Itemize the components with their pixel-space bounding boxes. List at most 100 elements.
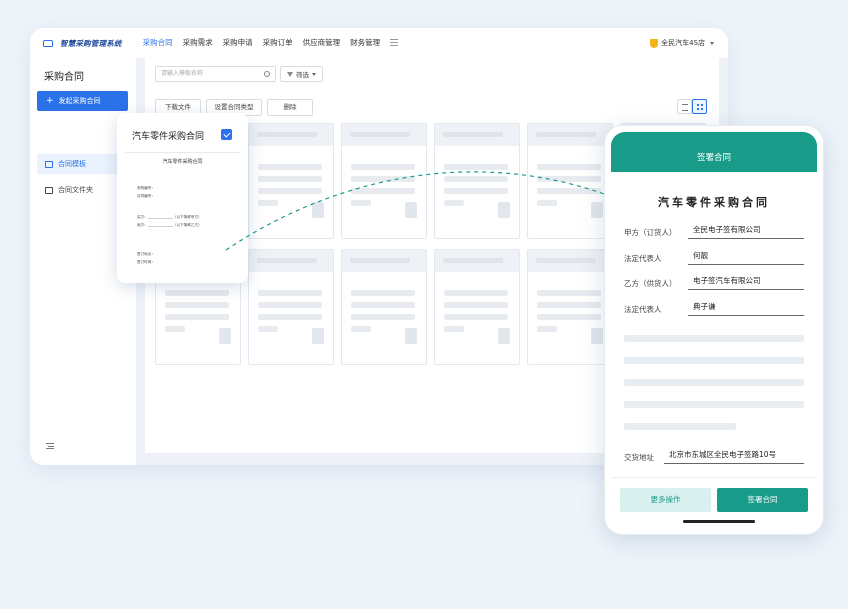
party-b-field[interactable]: 电子签汽车有限公司 xyxy=(688,275,804,290)
car-logo-icon xyxy=(43,39,53,47)
card-header xyxy=(435,124,519,146)
party-b-label: 乙方（供货人） xyxy=(624,279,677,288)
new-contract-button[interactable]: + 发起采购合同 xyxy=(37,91,128,111)
checkbox-checked-icon[interactable] xyxy=(221,129,232,140)
chevron-down-icon xyxy=(312,72,316,76)
party-a-field[interactable]: 全民电子签有限公司 xyxy=(688,224,804,239)
contract-title: 汽车零件采购合同 xyxy=(658,196,770,209)
filter-icon xyxy=(287,71,293,77)
verified-shield-icon xyxy=(650,38,659,48)
card-line xyxy=(258,314,322,320)
placeholder-line xyxy=(624,401,804,408)
search-placeholder: 请输入模板名称 xyxy=(161,70,204,77)
card-line xyxy=(537,188,601,194)
party-a-label: 甲方（订货人） xyxy=(624,228,677,237)
card-line xyxy=(351,314,415,320)
card-line xyxy=(258,176,322,182)
card-header xyxy=(528,124,612,146)
sidebar-item-folders[interactable]: 合同文件夹 xyxy=(37,180,128,200)
nav-item-application[interactable]: 采购申请 xyxy=(223,28,253,58)
legal-rep-b-field[interactable]: 典子谦 xyxy=(688,301,804,316)
selected-template-card[interactable]: 汽车零件采购合同 汽车零件采购合同 采购编号： 合同编号： 买方：_______… xyxy=(117,113,248,283)
template-card-title: 汽车零件采购合同 xyxy=(132,132,205,142)
delete-button[interactable]: 删除 xyxy=(267,99,313,116)
card-line xyxy=(444,164,508,170)
sidebar-item-label: 合同模板 xyxy=(58,160,86,168)
list-view-icon[interactable] xyxy=(677,99,692,114)
nav-item-contract[interactable]: 采购合同 xyxy=(143,28,173,58)
placeholder-line xyxy=(624,357,804,364)
card-line xyxy=(537,164,601,170)
card-line xyxy=(258,302,322,308)
doc-line: 买方：______________（以下简称甲方） xyxy=(137,215,202,219)
template-card[interactable] xyxy=(527,249,613,365)
card-line xyxy=(537,302,601,308)
card-thumb xyxy=(591,328,603,344)
search-icon[interactable] xyxy=(264,71,270,77)
template-card[interactable] xyxy=(341,249,427,365)
nav-item-finance[interactable]: 财务管理 xyxy=(350,28,380,58)
card-line xyxy=(258,290,322,296)
card-line xyxy=(537,290,601,296)
folder-icon xyxy=(45,186,53,194)
nav-item-order[interactable]: 采购订单 xyxy=(263,28,293,58)
card-thumb xyxy=(312,202,324,218)
card-line xyxy=(537,200,557,206)
new-contract-label: 发起采购合同 xyxy=(58,97,101,105)
doc-title: 汽车零件采购合同 xyxy=(162,159,203,165)
filter-dropdown[interactable]: 筛选 xyxy=(280,66,323,82)
grid-view-icon[interactable] xyxy=(692,99,707,114)
card-line xyxy=(537,314,601,320)
legal-rep-a-label: 法定代表人 xyxy=(624,254,662,263)
card-header xyxy=(528,250,612,272)
card-line xyxy=(444,326,464,332)
template-card[interactable] xyxy=(248,123,334,239)
collapse-sidebar-icon[interactable] xyxy=(46,443,54,449)
card-line xyxy=(351,290,415,296)
card-line xyxy=(444,302,508,308)
card-line xyxy=(165,326,185,332)
card-line xyxy=(258,326,278,332)
card-line xyxy=(444,176,508,182)
sidebar-item-label: 合同文件夹 xyxy=(58,186,93,194)
store-name: 全民汽车4S店 xyxy=(661,39,705,47)
card-thumb xyxy=(312,328,324,344)
home-indicator xyxy=(683,520,755,523)
card-line xyxy=(537,176,601,182)
top-navigation-bar: 智慧采购管理系统 采购合同 采购需求 采购申请 采购订单 供应商管理 财务管理 … xyxy=(30,28,728,58)
card-line xyxy=(351,164,415,170)
template-card[interactable] xyxy=(527,123,613,239)
card-line xyxy=(351,200,371,206)
card-thumb xyxy=(591,202,603,218)
card-line xyxy=(351,176,415,182)
template-card[interactable] xyxy=(248,249,334,365)
more-actions-button[interactable]: 更多操作 xyxy=(620,488,711,512)
sidebar-title: 采购合同 xyxy=(44,72,84,83)
template-icon xyxy=(45,160,53,168)
filter-label: 筛选 xyxy=(296,71,309,79)
address-label: 交货地址 xyxy=(624,453,654,462)
card-thumb xyxy=(405,202,417,218)
card-header xyxy=(342,124,426,146)
sidebar-item-templates[interactable]: 合同模板 xyxy=(37,154,128,174)
legal-rep-a-field[interactable]: 何靓 xyxy=(688,250,804,265)
template-card[interactable] xyxy=(341,123,427,239)
app-logo[interactable]: 智慧采购管理系统 xyxy=(43,38,122,49)
template-card[interactable] xyxy=(434,123,520,239)
card-thumb xyxy=(498,328,510,344)
nav-item-supplier[interactable]: 供应商管理 xyxy=(303,28,341,58)
store-switcher[interactable]: 全民汽车4S店 xyxy=(650,28,714,58)
card-header xyxy=(249,124,333,146)
card-header xyxy=(342,250,426,272)
doc-line: 签订地点： xyxy=(137,252,155,256)
sign-contract-button[interactable]: 签署合同 xyxy=(717,488,808,512)
template-card[interactable] xyxy=(434,249,520,365)
address-field[interactable]: 北京市东城区全民电子签路10号 xyxy=(664,449,804,464)
card-line xyxy=(165,314,229,320)
search-input[interactable]: 请输入模板名称 xyxy=(155,66,276,82)
doc-line: 采购编号： xyxy=(137,186,155,190)
placeholder-line xyxy=(624,335,804,342)
more-menu-icon[interactable] xyxy=(390,39,399,46)
nav-item-demand[interactable]: 采购需求 xyxy=(183,28,213,58)
doc-line: 合同编号： xyxy=(137,194,155,198)
